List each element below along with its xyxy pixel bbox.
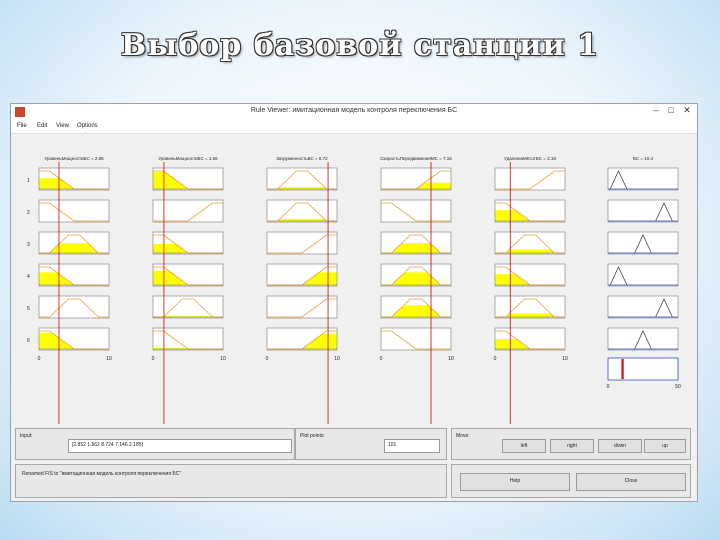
- rule-number: 4: [27, 274, 30, 280]
- title-bar: Rule Viewer: имитационная модель контрол…: [11, 104, 697, 121]
- input-panel: Input: [2.852 1.562 8.724 7.146 2.185]: [15, 428, 295, 460]
- window-title: Rule Viewer: имитационная модель контрол…: [250, 107, 458, 114]
- axis-min-label: 0: [152, 356, 155, 362]
- input-variable-label: УдалениеМСотБС = 2.19: [504, 156, 556, 161]
- rule-plots[interactable]: 1 2 3 4 5 6 УровеньМощностиБС = 2.85 0 10 Уровень…: [11, 134, 697, 424]
- output-variable-label: БС = 10.4: [633, 156, 654, 161]
- axis-max-label: 10: [562, 356, 568, 362]
- input-variable-label: ЗагруженностьБС = 8.72: [276, 156, 328, 161]
- plot-points-field[interactable]: 101: [384, 439, 440, 453]
- axis-min-label: 0: [494, 356, 497, 362]
- axis-max-label: 10: [448, 356, 454, 362]
- rule-number: 2: [27, 210, 30, 216]
- axis-max-label: 10: [334, 356, 340, 362]
- input-label: Input:: [20, 433, 33, 439]
- move-down-button[interactable]: down: [598, 439, 642, 453]
- menu-file[interactable]: File: [17, 123, 27, 129]
- rule-number: 5: [27, 306, 30, 312]
- output-axis-max-label: 50: [675, 384, 681, 390]
- action-panel: Help Close: [451, 464, 691, 498]
- output-axis-min-label: 0: [607, 384, 610, 390]
- input-field[interactable]: [2.852 1.562 8.724 7.146 2.185]: [68, 439, 292, 453]
- axis-min-label: 0: [380, 356, 383, 362]
- menu-bar: File Edit View Options: [11, 121, 697, 134]
- rule-number: 3: [27, 242, 30, 248]
- rule-number: 6: [27, 338, 30, 344]
- axis-max-label: 10: [106, 356, 112, 362]
- maximize-button[interactable]: □: [664, 105, 678, 115]
- slide-title: Выбор базовой станции 1: [120, 28, 600, 63]
- close-window-button[interactable]: ✕: [680, 105, 694, 116]
- defuzzified-output-marker: [621, 359, 624, 379]
- rule-viewer-window: Rule Viewer: имитационная модель контрол…: [10, 103, 698, 502]
- minimize-button[interactable]: –: [649, 105, 663, 115]
- rule-plot-area[interactable]: 1 2 3 4 5 6 УровеньМощностиБС = 2.85 0 10 Уровень…: [11, 134, 697, 424]
- status-panel: Renamed FIS to "имитационная модель конт…: [15, 464, 447, 498]
- status-text: Renamed FIS to "имитационная модель конт…: [22, 471, 182, 477]
- input-variable-label: УровеньМощностиБС = 1.56: [158, 156, 218, 161]
- menu-options[interactable]: Options: [77, 123, 98, 129]
- move-label: Move:: [456, 433, 470, 439]
- rule-number: 1: [27, 178, 30, 184]
- move-right-button[interactable]: right: [550, 439, 594, 453]
- input-variable-label: УровеньМощностиБС = 2.85: [44, 156, 104, 161]
- plot-points-panel: Plot points: 101: [295, 428, 447, 460]
- menu-view[interactable]: View: [56, 123, 69, 129]
- axis-max-label: 10: [220, 356, 226, 362]
- axis-min-label: 0: [38, 356, 41, 362]
- move-panel: Move: left right down up: [451, 428, 691, 460]
- help-button[interactable]: Help: [460, 473, 570, 491]
- aggregate-output-box: [607, 357, 679, 381]
- plot-points-label: Plot points:: [300, 433, 325, 439]
- input-variable-label: СкоростьПередвиженияМС = 7.15: [380, 156, 452, 161]
- close-button[interactable]: Close: [576, 473, 686, 491]
- move-up-button[interactable]: up: [644, 439, 686, 453]
- menu-edit[interactable]: Edit: [37, 123, 47, 129]
- axis-min-label: 0: [266, 356, 269, 362]
- move-left-button[interactable]: left: [502, 439, 546, 453]
